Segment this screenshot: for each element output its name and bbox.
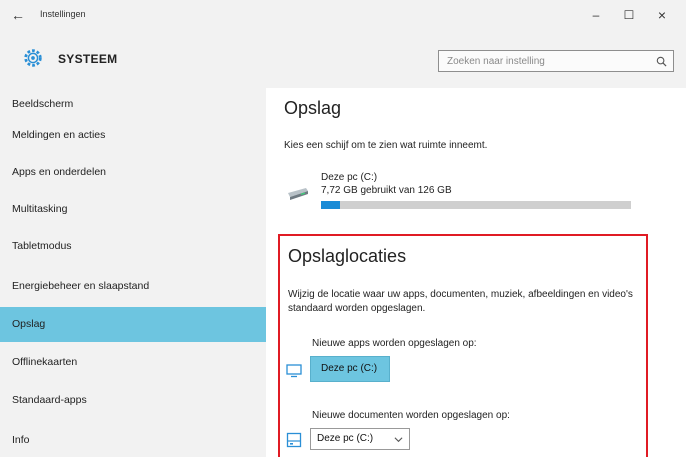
drive-usage-text: 7,72 GB gebruikt van 126 GB (321, 185, 452, 196)
title-bar: ← Instellingen – ☐ × (0, 0, 686, 30)
window-title: Instellingen (40, 9, 86, 19)
sidebar: Beeldscherm Meldingen en acties Apps en … (0, 88, 266, 457)
apps-location-label: Nieuwe apps worden opgeslagen op: (312, 338, 477, 349)
drive-name[interactable]: Deze pc (C:) (321, 172, 377, 183)
apps-location-select[interactable]: Deze pc (C:) (310, 356, 390, 382)
sidebar-item-info[interactable]: Info (0, 424, 266, 456)
search-icon[interactable] (656, 56, 667, 67)
page-title: Opslag (284, 98, 342, 118)
sidebar-item-meldingen[interactable]: Meldingen en acties (0, 119, 266, 151)
monitor-icon (286, 364, 302, 378)
intro-text: Kies een schijf om te zien wat ruimte in… (284, 140, 488, 151)
drive-storage-icon (286, 432, 302, 448)
header: SYSTEEM (0, 30, 686, 88)
gear-icon (24, 49, 42, 67)
docs-location-select[interactable]: Deze pc (C:) (310, 428, 410, 450)
usage-bar (321, 201, 631, 209)
back-button[interactable]: ← (8, 5, 28, 25)
sidebar-item-offlinekaarten[interactable]: Offlinekaarten (0, 346, 266, 378)
sidebar-item-apps[interactable]: Apps en onderdelen (0, 156, 266, 188)
minimize-button[interactable]: – (584, 6, 608, 24)
section-title: SYSTEEM (58, 52, 118, 66)
locations-description: Wijzig de locatie waar uw apps, document… (288, 289, 633, 314)
main-content: Opslag Kies een schijf om te zien wat ru… (266, 88, 686, 457)
sidebar-item-tabletmodus[interactable]: Tabletmodus (0, 230, 266, 262)
close-button[interactable]: × (650, 6, 674, 24)
sidebar-item-energiebeheer[interactable]: Energiebeheer en slaapstand (0, 270, 266, 302)
storage-locations-section: Opslaglocaties Wijzig de locatie waar uw… (278, 234, 648, 457)
sidebar-item-standaard-apps[interactable]: Standaard-apps (0, 384, 266, 416)
search-box[interactable] (438, 50, 674, 72)
search-input[interactable] (447, 53, 647, 69)
docs-location-value: Deze pc (C:) (317, 433, 374, 444)
sidebar-item-beeldscherm[interactable]: Beeldscherm (0, 88, 266, 120)
locations-title: Opslaglocaties (288, 246, 407, 266)
sidebar-item-multitasking[interactable]: Multitasking (0, 193, 266, 225)
usage-bar-fill (321, 201, 340, 209)
sidebar-item-opslag[interactable]: Opslag (0, 307, 266, 342)
docs-location-label: Nieuwe documenten worden opgeslagen op: (312, 410, 510, 421)
chevron-down-icon (394, 437, 403, 443)
maximize-button[interactable]: ☐ (617, 6, 641, 24)
drive-icon[interactable] (286, 184, 310, 202)
